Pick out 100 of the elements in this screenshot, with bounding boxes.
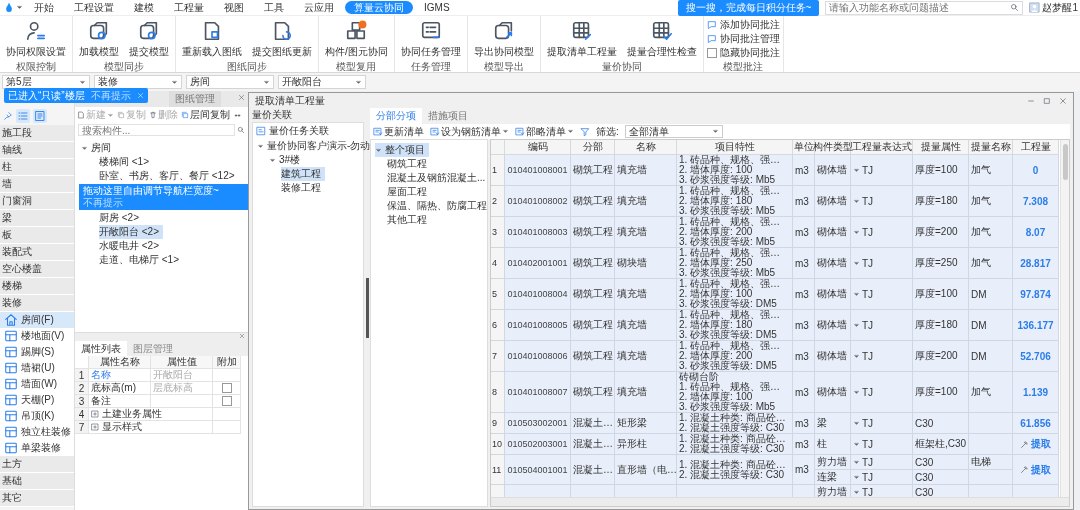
ribbon-button[interactable]: 协同权限设置: [3, 16, 69, 60]
menu-tab[interactable]: IGMS: [415, 1, 459, 14]
nav-item[interactable]: 墙面(W): [0, 376, 74, 392]
ribbon-button[interactable]: 提量合理性检查: [623, 16, 700, 60]
nav-item[interactable]: 踢脚(S): [0, 344, 74, 360]
nav-item[interactable]: 独立柱装修: [0, 424, 74, 440]
dropdown[interactable]: 第5层: [2, 75, 90, 89]
nav-category[interactable]: 板: [0, 227, 74, 244]
nav-category[interactable]: 墙: [0, 176, 74, 193]
toolbar-button[interactable]: 层间复制: [181, 108, 230, 122]
checkbox[interactable]: [221, 383, 232, 393]
nav-category[interactable]: 其它: [0, 490, 74, 507]
tree-item[interactable]: 3#楼: [269, 153, 305, 167]
search-field[interactable]: 请输入功能名称或问题描述: [825, 0, 1024, 15]
scrollbar-thumb[interactable]: [1062, 144, 1068, 180]
horizontal-scrollbar[interactable]: [491, 497, 1069, 506]
ribbon-button[interactable]: 提交模型: [126, 16, 172, 60]
expression-dropdown[interactable]: TJ: [853, 417, 874, 429]
menu-tab[interactable]: 建模: [125, 1, 163, 14]
ribbon-link[interactable]: 添加协同批注: [706, 18, 780, 31]
nav-category[interactable]: 门窗洞: [0, 193, 74, 210]
nav-category[interactable]: 楼梯: [0, 278, 74, 295]
expression-dropdown[interactable]: TJ: [853, 486, 874, 498]
expression-dropdown[interactable]: TJ: [853, 288, 874, 300]
ribbon-link[interactable]: 协同批注管理: [706, 32, 780, 45]
toolbar-button[interactable]: 设为钢筋清单: [430, 124, 509, 139]
nav-category[interactable]: 基础: [0, 473, 74, 490]
checkbox[interactable]: [221, 396, 232, 406]
nav-category[interactable]: 柱: [0, 159, 74, 176]
dropdown[interactable]: 开敞阳台: [278, 75, 366, 89]
filter-dropdown[interactable]: 全部清单: [624, 125, 723, 138]
nav-item[interactable]: 单梁装修: [0, 440, 74, 456]
dropdown[interactable]: 装修: [94, 75, 182, 89]
expression-dropdown[interactable]: TJ: [853, 386, 874, 398]
expression-dropdown[interactable]: TJ: [853, 319, 874, 331]
menu-tab[interactable]: 云应用: [295, 1, 343, 14]
nav-category[interactable]: 梁: [0, 210, 74, 227]
panel-tab[interactable]: 属性列表: [75, 341, 127, 356]
tree-item[interactable]: 装修工程: [281, 181, 325, 195]
tree-item[interactable]: 其他工程: [387, 213, 431, 227]
checkbox[interactable]: [706, 47, 717, 58]
toolbar-button[interactable]: 部略清单: [515, 124, 574, 139]
nav-category[interactable]: 施工段: [0, 125, 74, 142]
menu-tab[interactable]: 工程设置: [65, 1, 123, 14]
extract-link[interactable]: 提取: [1020, 462, 1051, 477]
tree-item[interactable]: 楼梯间 <1>: [99, 155, 154, 169]
tree-item[interactable]: 砌筑工程: [387, 157, 431, 171]
tree-item[interactable]: 量价协同客户演示-勿动: [257, 139, 375, 153]
splitter-handle[interactable]: [365, 278, 369, 338]
search-field[interactable]: 搜索构件...: [78, 124, 235, 136]
nav-item[interactable]: 吊顶(K): [0, 408, 74, 424]
nav-category[interactable]: 轴线: [0, 142, 74, 159]
tree-item[interactable]: 厨房 <2>: [99, 211, 144, 225]
nav-item[interactable]: 墙裙(U): [0, 360, 74, 376]
expression-dropdown[interactable]: TJ: [853, 471, 874, 483]
tree-item[interactable]: 走道、电梯厅 <1>: [99, 253, 184, 267]
nav-item[interactable]: 房间(F): [0, 312, 74, 328]
tree-item[interactable]: 开敞阳台 <2>: [99, 225, 164, 239]
tree-item[interactable]: 屋面工程: [387, 185, 431, 199]
expression-dropdown[interactable]: TJ: [853, 226, 874, 238]
expression-dropdown[interactable]: TJ: [853, 456, 874, 468]
tree-item[interactable]: 建筑工程: [281, 167, 325, 181]
tab[interactable]: 分部分项: [370, 108, 422, 124]
property-group[interactable]: 显示样式: [89, 421, 213, 434]
ribbon-button[interactable]: 导出协同模型: [470, 16, 537, 60]
ribbon-button[interactable]: 加载模型: [76, 16, 122, 60]
menu-tab[interactable]: 视图: [215, 1, 253, 14]
ribbon-button[interactable]: 构件/图元协同: [322, 16, 391, 60]
nav-category[interactable]: 空心楼盖: [0, 261, 74, 278]
menu-tab[interactable]: 工具: [255, 1, 293, 14]
tree-item[interactable]: 保温、隔热、防腐工程: [387, 199, 491, 213]
tree-item[interactable]: 混凝土及钢筋混凝土...: [387, 171, 490, 185]
nav-item[interactable]: 楼地面(V): [0, 328, 74, 344]
ribbon-button[interactable]: 提取清单工程量: [543, 16, 620, 60]
nav-category[interactable]: 装配式: [0, 244, 74, 261]
tree-item[interactable]: 卧室、书房、客厅、餐厅 <12>: [99, 169, 239, 183]
user-name[interactable]: 赵梦醒1: [1042, 0, 1078, 15]
checkbox-label[interactable]: 隐藏协同批注: [719, 45, 780, 60]
tree-item[interactable]: 整个项目: [375, 143, 429, 157]
dropdown[interactable]: 房间: [186, 75, 274, 89]
expression-dropdown[interactable]: TJ: [853, 257, 874, 269]
nav-item[interactable]: 天棚(P): [0, 392, 74, 408]
panel-tab[interactable]: 图纸管理: [169, 91, 221, 107]
tree-item[interactable]: 房间: [81, 141, 115, 155]
expression-dropdown[interactable]: TJ: [853, 164, 874, 176]
menu-tab[interactable]: 工程量: [165, 1, 213, 14]
tab[interactable]: 措施项目: [422, 108, 474, 124]
extract-link[interactable]: 提取: [1020, 437, 1051, 451]
toolbar-button[interactable]: 更新清单: [373, 124, 424, 139]
menu-tab[interactable]: 开始: [25, 1, 63, 14]
nav-category[interactable]: 土方: [0, 456, 74, 473]
property-group[interactable]: 土建业务属性: [89, 408, 213, 421]
expression-dropdown[interactable]: TJ: [853, 195, 874, 207]
link-task-button[interactable]: 量价任务关联: [253, 123, 329, 139]
ribbon-button[interactable]: 协同任务管理: [397, 16, 464, 60]
tree-item[interactable]: 水暖电井 <2>: [99, 239, 164, 253]
expression-dropdown[interactable]: TJ: [853, 350, 874, 362]
ribbon-button[interactable]: 重新载入图纸: [179, 16, 245, 60]
nav-category[interactable]: 装修: [0, 295, 74, 312]
expression-dropdown[interactable]: TJ: [853, 438, 874, 450]
